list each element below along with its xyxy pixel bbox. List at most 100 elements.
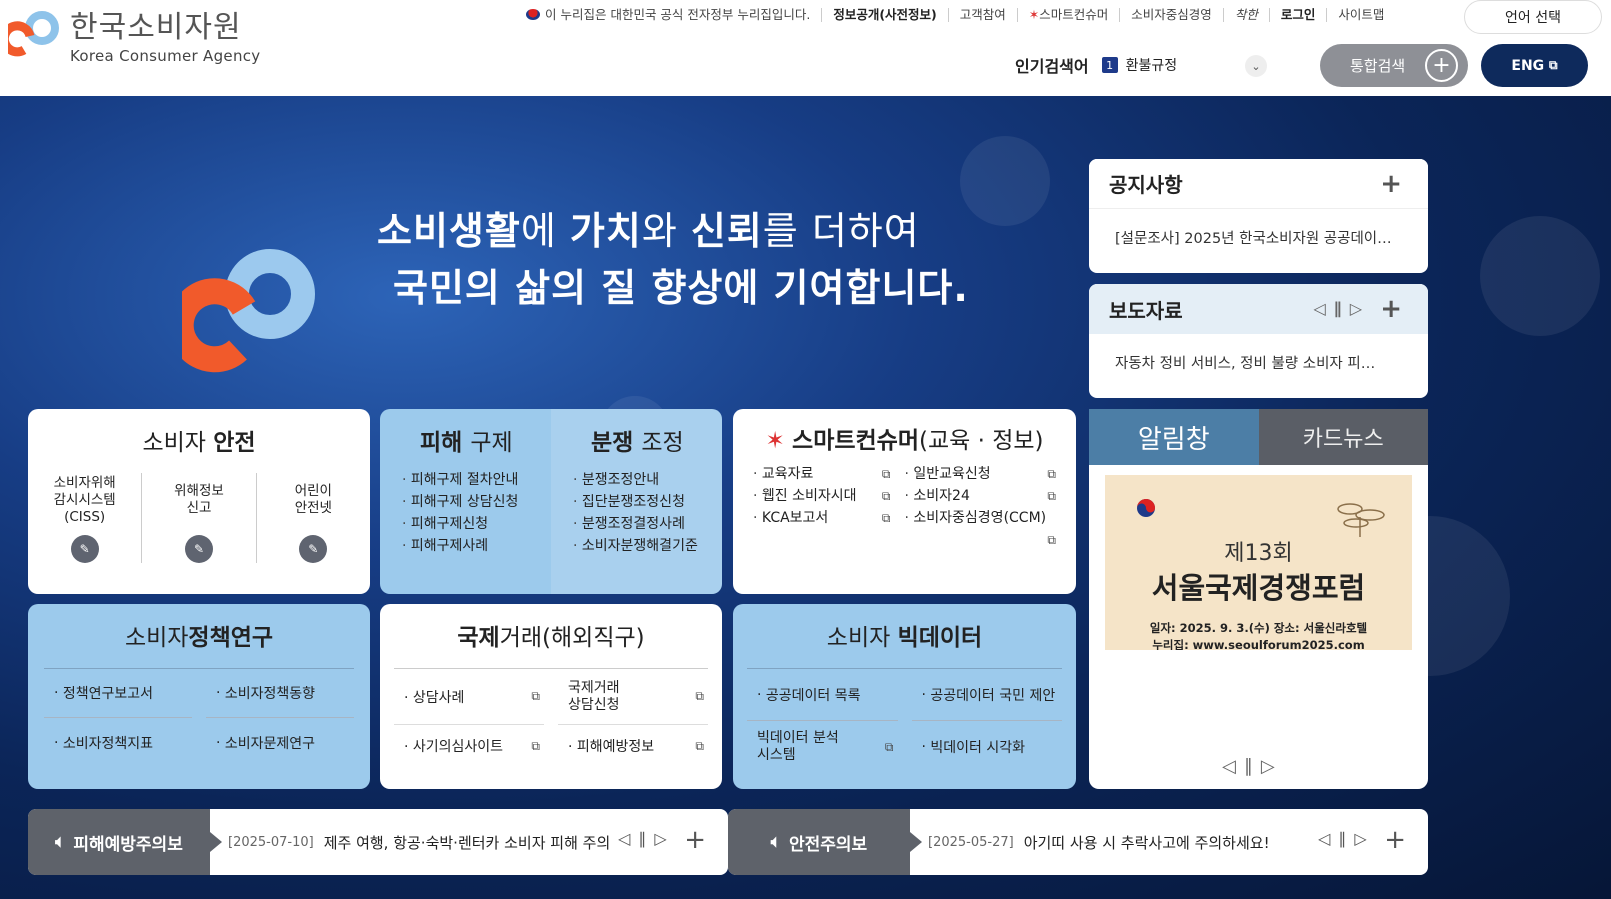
policy-link[interactable]: · 소비자정책동향 (206, 669, 354, 718)
prev-icon[interactable]: ◁ (1222, 756, 1244, 777)
external-link-icon: ⧉ (1047, 467, 1056, 481)
safety-item-kids[interactable]: 어린이 안전넷 ✎ (257, 473, 370, 563)
pause-icon[interactable]: ∥ (1334, 299, 1350, 318)
safety-item-ciss[interactable]: 소비자위해 감시시스템 (CISS) ✎ (28, 473, 143, 563)
link-icon: ✎ (184, 535, 213, 563)
dispute-section: 분쟁 조정 분쟁조정안내 집단분쟁조정신청 분쟁조정결정사례 소비자분쟁해결기준 (551, 409, 722, 594)
relief-dispute-card: 피해 구제 피해구제 절차안내 피해구제 상담신청 피해구제신청 피해구제사례 … (380, 409, 722, 594)
smart-link[interactable]: 소비자24⧉ (905, 485, 1056, 507)
smart-link[interactable]: 웹진 소비자시대⧉ (753, 485, 905, 507)
policy-link[interactable]: · 정책연구보고서 (44, 669, 192, 718)
policy-research-card: 소비자정책연구 · 정책연구보고서 · 소비자정책동향 · 소비자정책지표 · … (28, 604, 370, 789)
smart-link[interactable]: 교육자료⧉ (753, 463, 905, 485)
more-plus-icon[interactable]: + (684, 825, 706, 855)
external-link-icon: ⧉ (531, 738, 540, 753)
integrated-search-button[interactable]: 통합검색 + (1320, 44, 1468, 87)
util-link-good[interactable]: 착한 (1224, 8, 1270, 22)
warning-slider-controls[interactable]: ◁∥▷ (618, 829, 675, 848)
smart-link[interactable]: 일반교육신청⧉ (905, 463, 1056, 485)
poster-subtitle: 서울국제경쟁포럼 (1151, 571, 1366, 605)
damage-warning-bar: 🔈︎ 피해예방주의보 [2025-07-10] 제주 여행, 항공·숙박·렌터카 소… (28, 809, 728, 875)
bigdata-link[interactable]: · 공공데이터 목록 (747, 669, 898, 721)
eng-button[interactable]: ENG ⧉ (1481, 44, 1588, 87)
next-icon[interactable]: ▷ (1350, 299, 1370, 318)
external-link-icon: ⧉ (881, 467, 891, 481)
intl-trade-card: 국제거래(해외직구) · 상담사례 ⧉ 국제거래 상담신청 ⧉ · 사기의심사이트 ⧉… (380, 604, 722, 789)
dispute-link[interactable]: 집단분쟁조정신청 (573, 491, 722, 513)
dispute-link[interactable]: 분쟁조정안내 (573, 469, 722, 491)
press-item[interactable]: 자동차 정비 서비스, 정비 불량 소비자 피… (1089, 334, 1428, 391)
util-link-smart[interactable]: ✶스마트컨슈머 (1018, 8, 1121, 22)
dispute-link[interactable]: 분쟁조정결정사례 (573, 513, 722, 535)
poster-title: 제13회 (1224, 541, 1293, 566)
policy-link[interactable]: · 소비자정책지표 (44, 718, 192, 767)
tab-alarm[interactable]: 알림창 (1089, 409, 1259, 465)
popular-label: 인기검색어 (1015, 57, 1089, 76)
util-link-login[interactable]: 로그인 (1270, 8, 1328, 22)
utility-bar: 이 누리집은 대한민국 공식 전자정부 누리집입니다. 정보공개(사전정보) 고… (515, 8, 1395, 22)
bigdata-link[interactable]: · 빅데이터 시각화 (912, 721, 1063, 773)
megaphone-icon: 🔈︎ (55, 832, 66, 852)
intl-link[interactable]: · 상담사례 ⧉ (394, 669, 544, 725)
notice-panel: 공지사항 + [설문조사] 2025년 한국소비자원 공공데이… (1089, 159, 1428, 273)
more-plus-icon[interactable]: + (1380, 169, 1402, 199)
bigdata-link[interactable]: 빅데이터 분석 시스템 ⧉ (747, 721, 898, 773)
external-link-icon: ⧉ (695, 689, 704, 703)
smart-link[interactable]: 소비자중심경영(CCM)⧉ (905, 507, 1056, 547)
search-plus-icon: + (1425, 49, 1458, 82)
prev-icon[interactable]: ◁ (1313, 299, 1333, 318)
alarm-slider-controls[interactable]: ◁∥▷ (1222, 756, 1283, 777)
chevron-down-icon[interactable]: ⌄ (1245, 55, 1267, 77)
pause-icon[interactable]: ∥ (1338, 829, 1354, 848)
relief-link[interactable]: 피해구제사례 (402, 535, 551, 557)
relief-link[interactable]: 피해구제 상담신청 (402, 491, 551, 513)
intl-trade-title: 국제거래(해외직구) (394, 618, 708, 669)
pause-icon[interactable]: ∥ (638, 829, 654, 848)
site-logo[interactable]: 한국소비자원 Korea Consumer Agency (8, 10, 261, 65)
util-link-info[interactable]: 정보공개(사전정보) (822, 8, 949, 22)
safety-warning-bar: 🔈︎ 안전주의보 [2025-05-27] 아기띠 사용 시 추락사고에 주의하세요… (728, 809, 1428, 875)
language-select-button[interactable]: 언어 선택 (1464, 0, 1602, 34)
next-icon[interactable]: ▷ (1261, 756, 1283, 777)
consumer-safety-card: 소비자 안전 소비자위해 감시시스템 (CISS) ✎ 위해정보 신고 ✎ 어린… (28, 409, 370, 594)
forum-poster[interactable]: 제13회 서울국제경쟁포럼 일자: 2025. 9. 3.(수) 장소: 서울신… (1105, 475, 1412, 650)
bigdata-title: 소비자 빅데이터 (747, 618, 1062, 669)
pine-tree-icon (1337, 503, 1385, 537)
kca-logo-icon (8, 11, 59, 57)
dispute-link[interactable]: 소비자분쟁해결기준 (573, 535, 722, 557)
tab-card-news[interactable]: 카드뉴스 (1258, 409, 1428, 465)
intl-link[interactable]: · 사기의심사이트 ⧉ (394, 725, 544, 767)
policy-link[interactable]: · 소비자문제연구 (206, 718, 354, 767)
popular-rank: 1 (1101, 57, 1118, 73)
poster-info: 일자: 2025. 9. 3.(수) 장소: 서울신라호텔 (1149, 621, 1368, 635)
more-plus-icon[interactable]: + (1384, 825, 1406, 855)
next-icon[interactable]: ▷ (1354, 829, 1374, 848)
pause-icon[interactable]: ∥ (1244, 756, 1261, 777)
external-link-icon: ⧉ (695, 738, 704, 753)
relief-link[interactable]: 피해구제 절차안내 (402, 469, 551, 491)
popular-term[interactable]: 환불규정 (1126, 55, 1178, 75)
util-link-sitemap[interactable]: 사이트맵 (1327, 8, 1395, 22)
damage-warning-label: 🔈︎ 피해예방주의보 (28, 809, 222, 875)
next-icon[interactable]: ▷ (654, 829, 674, 848)
press-slider-controls[interactable]: ◁∥▷ (1313, 299, 1370, 318)
safety-item-report[interactable]: 위해정보 신고 ✎ (142, 473, 257, 563)
dispute-title: 분쟁 조정 (591, 430, 684, 456)
intl-link[interactable]: 국제거래 상담신청 ⧉ (558, 669, 708, 725)
intl-link[interactable]: · 피해예방정보 ⧉ (558, 725, 708, 767)
smart-link[interactable]: KCA보고서⧉ (753, 507, 905, 529)
bigdata-link[interactable]: · 공공데이터 국민 제안 (911, 669, 1062, 721)
util-link-ccm[interactable]: 소비자중심경영 (1120, 8, 1224, 22)
damage-relief-section: 피해 구제 피해구제 절차안내 피해구제 상담신청 피해구제신청 피해구제사례 (380, 409, 551, 594)
relief-link[interactable]: 피해구제신청 (402, 513, 551, 535)
prev-icon[interactable]: ◁ (618, 829, 638, 848)
external-link-icon: ⧉ (881, 489, 891, 503)
more-plus-icon[interactable]: + (1380, 294, 1402, 324)
poster-url: 누리집: www.seoulforum2025.com (1152, 638, 1365, 650)
prev-icon[interactable]: ◁ (1318, 829, 1338, 848)
external-link-icon: ⧉ (884, 739, 894, 754)
warning-slider-controls[interactable]: ◁∥▷ (1318, 829, 1375, 848)
notice-item[interactable]: [설문조사] 2025년 한국소비자원 공공데이… (1089, 209, 1428, 266)
util-link-customer[interactable]: 고객참여 (949, 8, 1018, 22)
press-header: 보도자료 ◁∥▷ + (1089, 284, 1428, 334)
